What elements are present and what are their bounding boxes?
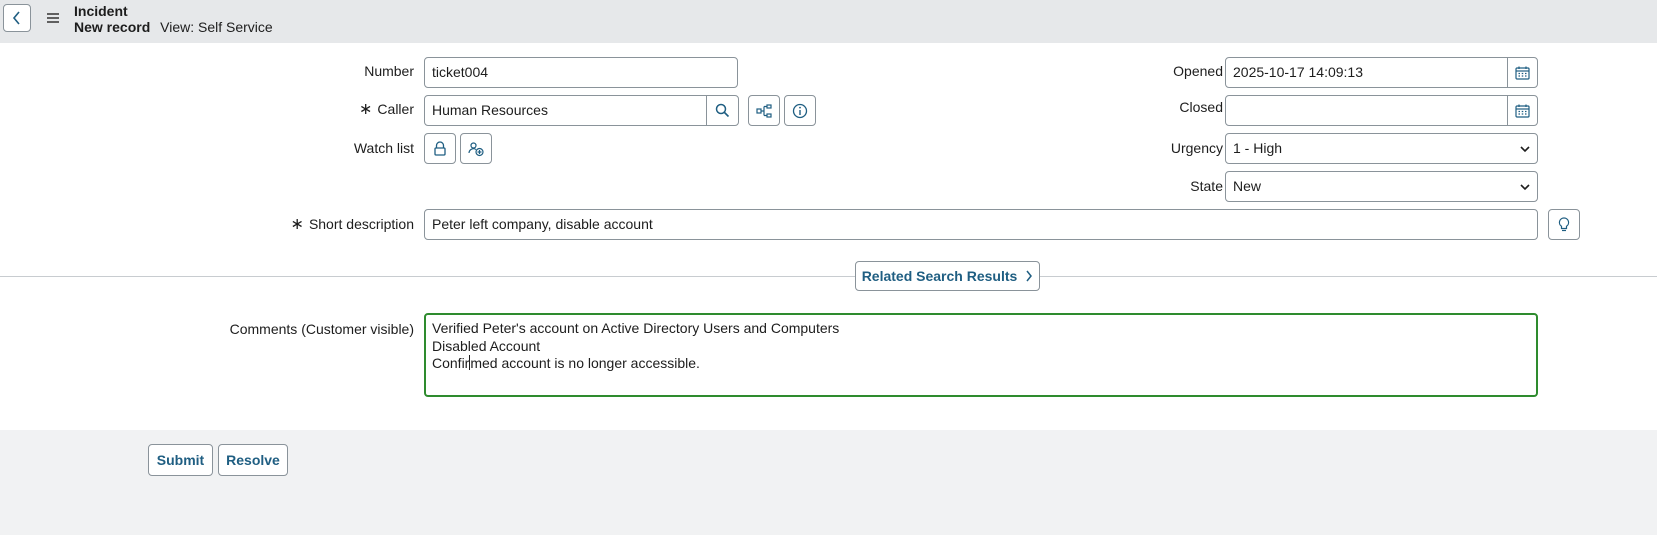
comments-textarea[interactable]: Verified Peter's account on Active Direc… <box>424 313 1538 397</box>
back-button[interactable] <box>3 4 31 32</box>
show-related-button[interactable] <box>748 95 780 126</box>
comments-text-before-cursor: Confir <box>432 355 470 371</box>
opened-label: Opened <box>1173 63 1223 79</box>
chevron-right-icon <box>1026 270 1033 282</box>
submit-button[interactable]: Submit <box>148 444 213 476</box>
calendar-icon <box>1515 104 1530 118</box>
calendar-icon <box>1515 66 1530 80</box>
comments-line: Verified Peter's account on Active Direc… <box>432 320 840 336</box>
urgency-selected-value: 1 - High <box>1233 140 1283 156</box>
chevron-left-icon <box>12 11 20 25</box>
comments-line: Disabled Account <box>432 337 541 354</box>
comments-label: Comments (Customer visible) <box>229 321 414 337</box>
search-icon <box>715 103 730 118</box>
state-select[interactable]: New <box>1225 171 1538 202</box>
state-label: State <box>1190 178 1223 194</box>
view-name: View: Self Service <box>160 19 273 35</box>
caller-field[interactable]: Human Resources <box>424 95 708 126</box>
caller-lookup-button[interactable] <box>706 95 739 126</box>
short-description-field[interactable]: Peter left company, disable account <box>424 209 1538 240</box>
comments-text-after-cursor: med account is no longer accessible. <box>470 355 700 371</box>
info-icon <box>792 103 808 118</box>
hierarchy-icon <box>756 103 772 118</box>
closed-label: Closed <box>1179 99 1223 115</box>
caller-label: ∗ Caller <box>359 99 414 119</box>
short-description-label: ∗ Short description <box>291 214 414 234</box>
add-user-icon <box>468 141 484 156</box>
record-status: New record <box>74 19 151 35</box>
related-search-results-button[interactable]: Related Search Results <box>855 261 1040 291</box>
hamburger-icon[interactable] <box>46 12 60 24</box>
required-indicator: ∗ <box>359 101 373 118</box>
chevron-down-icon <box>1520 146 1530 153</box>
add-me-to-watch-list-button[interactable] <box>460 133 492 164</box>
closed-date-picker-button[interactable] <box>1507 95 1538 126</box>
number-field[interactable]: ticket004 <box>424 57 738 88</box>
short-description-label-text: Short description <box>308 216 414 232</box>
lightbulb-icon <box>1558 216 1570 231</box>
watch-list-lock-button[interactable] <box>424 133 456 164</box>
lock-icon <box>434 140 446 156</box>
caller-info-button[interactable] <box>784 95 816 126</box>
suggestion-button[interactable] <box>1548 209 1580 240</box>
urgency-select[interactable]: 1 - High <box>1225 133 1538 164</box>
page-title: Incident <box>74 3 128 19</box>
number-label: Number <box>364 63 414 79</box>
related-search-results-label: Related Search Results <box>861 268 1018 284</box>
comments-line: Confirmed account is no longer accessibl… <box>432 355 1530 373</box>
resolve-button[interactable]: Resolve <box>218 444 288 476</box>
required-indicator: ∗ <box>290 216 304 233</box>
form-footer: Submit Resolve <box>0 430 1657 535</box>
opened-field[interactable]: 2025-10-17 14:09:13 <box>1225 57 1509 88</box>
watch-list-label: Watch list <box>353 140 414 156</box>
state-selected-value: New <box>1233 178 1262 194</box>
chevron-down-icon <box>1520 184 1530 191</box>
section-divider <box>0 276 1657 277</box>
caller-label-text: Caller <box>377 101 414 117</box>
form-header: Incident New record View: Self Service <box>0 0 1657 43</box>
opened-date-picker-button[interactable] <box>1507 57 1538 88</box>
page-subtitle: New record View: Self Service <box>74 19 273 35</box>
urgency-label: Urgency <box>1170 140 1223 156</box>
closed-field[interactable] <box>1225 95 1509 126</box>
